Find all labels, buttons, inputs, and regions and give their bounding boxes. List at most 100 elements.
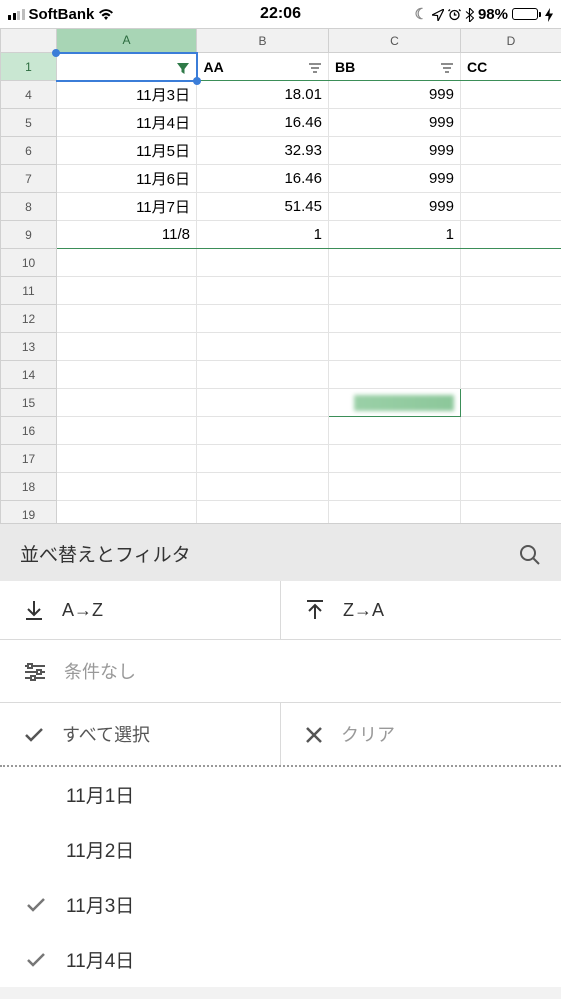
clear-button[interactable]: クリア bbox=[280, 703, 561, 765]
filter-value-item[interactable]: 11月1日 bbox=[0, 767, 561, 822]
cell-b1[interactable]: AA bbox=[197, 53, 329, 81]
cell[interactable]: 11月3日 bbox=[57, 81, 197, 109]
filter-icon[interactable] bbox=[440, 59, 454, 75]
filter-value-item[interactable]: 11月2日 bbox=[0, 822, 561, 877]
cell[interactable]: 18.01 bbox=[197, 81, 329, 109]
cell-d1[interactable]: CC bbox=[461, 53, 561, 81]
cell[interactable] bbox=[197, 305, 329, 333]
cell[interactable] bbox=[461, 473, 561, 501]
filter-funnel-icon[interactable] bbox=[176, 58, 190, 74]
cell[interactable] bbox=[57, 473, 197, 501]
cell[interactable]: 1 bbox=[329, 221, 461, 249]
row-header[interactable]: 5 bbox=[1, 109, 57, 137]
selected-cell[interactable] bbox=[329, 389, 461, 417]
cell[interactable] bbox=[461, 333, 561, 361]
row-header[interactable]: 14 bbox=[1, 361, 57, 389]
cell[interactable]: 999 bbox=[329, 81, 461, 109]
row-header[interactable]: 17 bbox=[1, 445, 57, 473]
cell[interactable]: 11月7日 bbox=[57, 193, 197, 221]
filter-value-item[interactable]: 11月4日 bbox=[0, 932, 561, 987]
row-header[interactable]: 12 bbox=[1, 305, 57, 333]
cell[interactable] bbox=[461, 389, 561, 417]
cell[interactable] bbox=[197, 361, 329, 389]
cell[interactable] bbox=[461, 305, 561, 333]
cell[interactable] bbox=[329, 417, 461, 445]
row-header[interactable]: 7 bbox=[1, 165, 57, 193]
cell[interactable] bbox=[329, 473, 461, 501]
cell[interactable] bbox=[461, 445, 561, 473]
row-header[interactable]: 13 bbox=[1, 333, 57, 361]
cell[interactable] bbox=[461, 221, 561, 249]
selection-handle-icon[interactable] bbox=[52, 49, 60, 57]
cell[interactable]: 11月4日 bbox=[57, 109, 197, 137]
cell[interactable] bbox=[197, 277, 329, 305]
cell[interactable] bbox=[329, 445, 461, 473]
cell[interactable]: 999 bbox=[329, 109, 461, 137]
row-header[interactable]: 19 bbox=[1, 501, 57, 524]
select-all-button[interactable]: すべて選択 bbox=[0, 703, 280, 765]
cell[interactable]: 999 bbox=[329, 193, 461, 221]
row-header[interactable]: 16 bbox=[1, 417, 57, 445]
cell[interactable] bbox=[57, 361, 197, 389]
cell[interactable] bbox=[57, 249, 197, 277]
cell[interactable]: 11月5日 bbox=[57, 137, 197, 165]
cell[interactable]: 32.93 bbox=[197, 137, 329, 165]
cell[interactable] bbox=[461, 109, 561, 137]
cell[interactable] bbox=[57, 277, 197, 305]
cell[interactable] bbox=[329, 333, 461, 361]
cell[interactable] bbox=[197, 445, 329, 473]
row-header[interactable]: 8 bbox=[1, 193, 57, 221]
cell[interactable] bbox=[461, 501, 561, 524]
cell[interactable] bbox=[329, 277, 461, 305]
spreadsheet[interactable]: A B C D 1 AA BB bbox=[0, 28, 561, 523]
cell[interactable]: 11月6日 bbox=[57, 165, 197, 193]
col-header-a[interactable]: A bbox=[57, 29, 197, 53]
cell[interactable]: 51.45 bbox=[197, 193, 329, 221]
col-header-c[interactable]: C bbox=[329, 29, 461, 53]
cell[interactable] bbox=[461, 165, 561, 193]
col-header-b[interactable]: B bbox=[197, 29, 329, 53]
cell[interactable] bbox=[461, 81, 561, 109]
filter-condition-button[interactable]: 条件なし bbox=[0, 640, 561, 703]
cell[interactable] bbox=[57, 417, 197, 445]
cell[interactable] bbox=[329, 249, 461, 277]
selection-handle-icon[interactable] bbox=[193, 77, 201, 85]
cell[interactable] bbox=[461, 193, 561, 221]
cell[interactable]: 999 bbox=[329, 137, 461, 165]
filter-value-item[interactable]: 11月3日 bbox=[0, 877, 561, 932]
cell[interactable] bbox=[197, 249, 329, 277]
row-header[interactable]: 15 bbox=[1, 389, 57, 417]
search-icon[interactable] bbox=[519, 541, 541, 567]
row-header[interactable]: 11 bbox=[1, 277, 57, 305]
corner-cell[interactable] bbox=[1, 29, 57, 53]
row-header[interactable]: 6 bbox=[1, 137, 57, 165]
row-header[interactable]: 18 bbox=[1, 473, 57, 501]
cell[interactable] bbox=[197, 501, 329, 524]
cell[interactable] bbox=[197, 389, 329, 417]
cell[interactable] bbox=[57, 389, 197, 417]
cell[interactable] bbox=[329, 305, 461, 333]
cell[interactable]: 1 bbox=[197, 221, 329, 249]
cell[interactable] bbox=[461, 361, 561, 389]
cell[interactable] bbox=[57, 305, 197, 333]
cell[interactable] bbox=[57, 501, 197, 524]
row-header[interactable]: 1 bbox=[1, 53, 57, 81]
cell[interactable] bbox=[197, 473, 329, 501]
cell[interactable] bbox=[461, 137, 561, 165]
cell[interactable] bbox=[329, 361, 461, 389]
row-header[interactable]: 9 bbox=[1, 221, 57, 249]
col-header-d[interactable]: D bbox=[461, 29, 561, 53]
sort-ascending-button[interactable]: A→Z bbox=[0, 581, 280, 639]
cell[interactable] bbox=[197, 417, 329, 445]
cell[interactable]: 16.46 bbox=[197, 109, 329, 137]
cell[interactable]: 11/8 bbox=[57, 221, 197, 249]
cell[interactable] bbox=[461, 249, 561, 277]
row-header[interactable]: 10 bbox=[1, 249, 57, 277]
cell[interactable]: 999 bbox=[329, 165, 461, 193]
filter-icon[interactable] bbox=[308, 59, 322, 75]
cell[interactable]: 16.46 bbox=[197, 165, 329, 193]
sort-descending-button[interactable]: Z→A bbox=[280, 581, 561, 639]
cell-a1[interactable] bbox=[57, 53, 197, 81]
cell[interactable] bbox=[461, 417, 561, 445]
row-header[interactable]: 4 bbox=[1, 81, 57, 109]
